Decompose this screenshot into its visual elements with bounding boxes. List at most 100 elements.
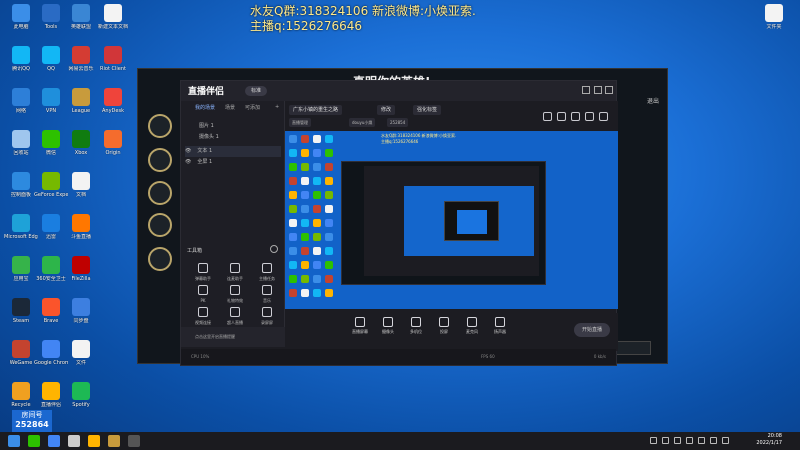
ability-ring-icon[interactable]	[148, 148, 172, 172]
desktop-icon[interactable]: 斗鱼直播	[64, 214, 98, 240]
game-taskbar-icon[interactable]	[108, 435, 120, 447]
ability-ring-icon[interactable]	[148, 213, 172, 237]
layer-row[interactable]: 图片 1	[185, 121, 281, 132]
tag-button[interactable]: 强化标签	[413, 105, 442, 115]
desktop-icon-label: Origin	[105, 150, 121, 156]
desktop-icon[interactable]: Google Chrome	[34, 340, 68, 366]
user-icon[interactable]	[585, 112, 594, 121]
source-button[interactable]: 多机位	[401, 317, 431, 335]
app-icon	[12, 4, 30, 22]
desktop-icon[interactable]: Riot Client	[96, 46, 130, 72]
desktop-icon[interactable]: 此电脑	[4, 4, 38, 30]
clock[interactable]: 20:08 2022/1/17	[756, 433, 782, 447]
desktop-icon[interactable]: League	[64, 88, 98, 114]
desktop-icon-label: FileZilla	[71, 276, 91, 282]
minimize-icon[interactable]	[582, 86, 590, 94]
preview-app-icon	[313, 163, 321, 171]
preview-app-icon	[289, 289, 297, 297]
tab-my-scenes[interactable]: 我的场景	[195, 104, 215, 111]
desktop-icon[interactable]: Spotify	[64, 382, 98, 408]
ability-ring-icon[interactable]	[148, 181, 172, 205]
desktop-icon[interactable]: FileZilla	[64, 256, 98, 282]
desktop-icon[interactable]: AnyDesk	[96, 88, 130, 114]
ability-ring-icon[interactable]	[148, 114, 172, 138]
desktop-icon[interactable]: 网络	[4, 88, 38, 114]
bell-icon[interactable]	[571, 112, 580, 121]
desktop-icon[interactable]: 文件	[64, 340, 98, 366]
add-scene-icon[interactable]: +	[275, 104, 279, 110]
source-button[interactable]: 摄像头	[373, 317, 403, 335]
game-exit-label[interactable]: 退出	[647, 96, 659, 105]
desktop-icon[interactable]: VPN	[34, 88, 68, 114]
desktop-icon[interactable]: 直播伴侣	[34, 382, 68, 408]
wechat-taskbar-icon[interactable]	[28, 435, 40, 447]
tray-icon[interactable]	[650, 437, 657, 444]
desktop-icon[interactable]: 应用宝	[4, 256, 38, 282]
desktop-icon[interactable]: 同步盘	[64, 298, 98, 324]
start-live-button[interactable]: 开始直播	[574, 323, 610, 337]
desktop-icon[interactable]: Recycle	[4, 382, 38, 408]
desktop-icon[interactable]: Brave	[34, 298, 68, 324]
app-icon	[104, 130, 122, 148]
manage-chip[interactable]: 直播管理	[289, 118, 311, 127]
desktop-icon[interactable]: 网易云音乐	[64, 46, 98, 72]
source-toolbar: 直播屏幕 摄像头 多机位 投屏 麦克风 扬声器 开始直播	[285, 313, 618, 351]
layer-row[interactable]: 👁 全屏 1	[185, 157, 281, 168]
desktop-icon[interactable]: 英雄联盟	[64, 4, 98, 30]
ability-ring-icon[interactable]	[148, 247, 172, 271]
stream-preview[interactable]: 水友Q群:318324106 新浪微博:小焕亚索. 主播q:1526276646	[285, 131, 618, 309]
desktop-icon-label: Microsoft Edge	[4, 234, 38, 240]
source-button[interactable]: 投屏	[429, 317, 459, 335]
start-icon[interactable]	[8, 435, 20, 447]
layer-row[interactable]: 👁 文本 1	[185, 146, 281, 157]
desktop-icon-label: VPN	[45, 108, 57, 114]
source-button[interactable]: 直播屏幕	[345, 317, 375, 335]
desktop-icon[interactable]: QQ	[34, 46, 68, 72]
explorer-taskbar-icon[interactable]	[68, 435, 80, 447]
tray-icon[interactable]	[686, 437, 693, 444]
maximize-icon[interactable]	[594, 86, 602, 94]
tray-icon[interactable]	[674, 437, 681, 444]
share-icon[interactable]	[599, 112, 608, 121]
gift-icon[interactable]	[543, 112, 552, 121]
settings-icon[interactable]	[270, 245, 278, 253]
desktop-icon[interactable]: Tools	[34, 4, 68, 30]
chrome-taskbar-icon[interactable]	[48, 435, 60, 447]
stream-title[interactable]: 广东小镇的重生之路	[289, 105, 343, 115]
edition-badge[interactable]: 标准	[245, 86, 267, 96]
desktop-icon[interactable]: 微信	[34, 130, 68, 156]
wifi-icon[interactable]	[698, 437, 705, 444]
desktop-icon[interactable]: Steam	[4, 298, 38, 324]
desktop-icon-right[interactable]: 文件夹	[757, 4, 791, 30]
chat-icon[interactable]	[557, 112, 566, 121]
desktop-icon[interactable]: 控制面板	[4, 172, 38, 198]
volume-icon[interactable]	[710, 437, 717, 444]
tray-icon[interactable]	[662, 437, 669, 444]
source-button[interactable]: 扬声器	[485, 317, 515, 335]
desktop-icon[interactable]: 回收站	[4, 130, 38, 156]
desktop-icon[interactable]: GeForce Experience	[34, 172, 68, 198]
tool-label: 主播任务	[259, 276, 275, 281]
ime-icon[interactable]	[722, 437, 729, 444]
desktop-icon[interactable]: 腾讯QQ	[4, 46, 38, 72]
desktop-icon[interactable]: Microsoft Edge	[4, 214, 38, 240]
desktop-icon[interactable]: 文档	[64, 172, 98, 198]
app-taskbar-icon[interactable]	[128, 435, 140, 447]
streaming-app-window[interactable]: 直播伴侣 标准 我的场景 场景 可添加 + 图片 1 摄像头 1 👁 文本 1 👁…	[180, 80, 618, 366]
streaming-taskbar-icon[interactable]	[88, 435, 100, 447]
desktop-icon[interactable]: 迅雷	[34, 214, 68, 240]
desktop-icon[interactable]: Xbox	[64, 130, 98, 156]
preview-app-icon	[313, 149, 321, 157]
layer-row[interactable]: 摄像头 1	[185, 132, 281, 143]
desktop-icon[interactable]: 新建文本文档	[96, 4, 130, 30]
tab-scenes[interactable]: 场景	[225, 104, 235, 111]
edit-title-button[interactable]: 修改	[377, 105, 396, 115]
source-button[interactable]: 麦克风	[457, 317, 487, 335]
game-control-strip[interactable]	[615, 341, 651, 355]
desktop-icon[interactable]: Origin	[96, 130, 130, 156]
close-icon[interactable]	[605, 86, 613, 94]
desktop-icon[interactable]: 360安全卫士	[34, 256, 68, 282]
desktop-icon[interactable]: WeGame	[4, 340, 38, 366]
live-reminder-hint[interactable]: 点击这里开启直播提醒	[181, 327, 285, 347]
tab-addable[interactable]: 可添加	[245, 104, 260, 111]
